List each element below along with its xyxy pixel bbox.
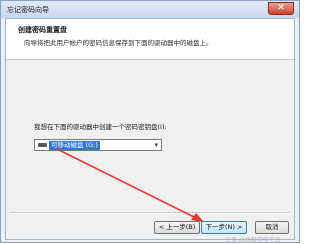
annotation-arrow-icon [56,148,204,222]
wizard-window: 忘记密码向导 ✕ 创建密码重置盘 向导将把此用户帐户的密码信息保存到下面的驱动器… [0,0,300,244]
